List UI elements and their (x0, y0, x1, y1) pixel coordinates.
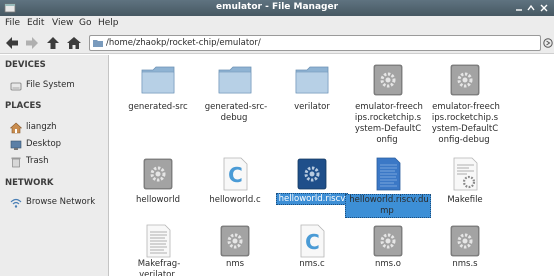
text-file-icon (146, 224, 171, 258)
sidebar: DEVICES File System PLACES liangzh Deskt… (0, 55, 109, 276)
c-source-icon (223, 157, 248, 191)
home-icon (10, 122, 22, 134)
toolbar: /home/zhaokp/rocket-chip/emulator/ (0, 32, 554, 54)
file-name: Makefile (447, 195, 483, 205)
folder-icon (295, 66, 329, 94)
folder-icon (141, 66, 175, 94)
file-name: emulator-freechips.rocketchip.system-Def… (431, 102, 500, 145)
network-icon (10, 198, 22, 208)
folder-icon (93, 40, 103, 47)
location-path[interactable]: /home/zhaokp/rocket-chip/emulator/ (106, 38, 261, 48)
sidebar-item-trash[interactable]: Trash (10, 155, 107, 169)
executable-icon (372, 63, 404, 97)
sidebar-item-label: Trash (26, 156, 49, 166)
text-file-icon (376, 157, 401, 191)
go-icon[interactable] (543, 38, 553, 48)
executable-icon (142, 157, 174, 191)
file-name: helloworld.c (209, 195, 261, 205)
minimize-icon[interactable] (514, 3, 524, 13)
file-view: generated-src generated-src-debug verila… (110, 55, 554, 276)
file-name: nms.c (299, 259, 325, 269)
up-arrow-icon[interactable] (45, 35, 61, 51)
executable-icon (449, 63, 481, 97)
menu-edit[interactable]: Edit (27, 18, 44, 28)
executable-icon (219, 224, 251, 258)
file-name: nms (225, 259, 245, 269)
file-name: generated-src (128, 102, 188, 112)
executable-icon (296, 157, 328, 191)
sidebar-item-label: Browse Network (26, 197, 96, 207)
file-name: helloworld (136, 195, 180, 205)
sidebar-item-label: Desktop (26, 139, 62, 149)
file-name: helloworld.riscv (273, 193, 351, 205)
back-arrow-icon[interactable] (4, 35, 20, 51)
title-bar: emulator - File Manager (0, 0, 554, 16)
sidebar-item-label: File System (26, 80, 75, 90)
close-icon[interactable] (539, 3, 549, 13)
file-name: Makefrag-verilator (137, 259, 181, 276)
executable-icon (449, 224, 481, 258)
file-name: nms.s (452, 259, 478, 269)
menu-help[interactable]: Help (98, 18, 119, 28)
menu-go[interactable]: Go (79, 18, 91, 28)
menu-view[interactable]: View (52, 18, 73, 28)
location-bar[interactable]: /home/zhaokp/rocket-chip/emulator/ (89, 35, 541, 51)
makefile-icon (452, 156, 479, 192)
c-source-icon (300, 224, 325, 258)
desktop-icon (10, 140, 22, 150)
drive-icon (10, 82, 22, 91)
menu-bar: File Edit View Go Help (0, 16, 554, 32)
devices-header: DEVICES (5, 60, 46, 70)
file-name: emulator-freechips.rocketchip.system-Def… (354, 102, 423, 145)
menu-file[interactable]: File (5, 18, 20, 28)
executable-icon (372, 224, 404, 258)
file-name: helloworld.riscv.dump (345, 194, 431, 218)
sidebar-item-browse-network[interactable]: Browse Network (10, 196, 107, 210)
sidebar-item-desktop[interactable]: Desktop (10, 138, 107, 152)
maximize-icon[interactable] (526, 3, 536, 13)
file-name: nms.o (375, 259, 401, 269)
places-header: PLACES (5, 101, 42, 111)
network-header: NETWORK (5, 178, 54, 188)
file-name: verilator (294, 102, 330, 112)
trash-icon (11, 157, 21, 168)
file-name: generated-src-debug (204, 102, 268, 123)
home-icon[interactable] (66, 35, 82, 51)
sidebar-item-label: liangzh (26, 122, 57, 132)
sidebar-item-file-system[interactable]: File System (10, 79, 107, 93)
folder-icon (218, 66, 252, 94)
sidebar-item-liangzh[interactable]: liangzh (10, 121, 107, 135)
forward-arrow-icon[interactable] (24, 35, 40, 51)
window-title: emulator - File Manager (215, 2, 339, 12)
